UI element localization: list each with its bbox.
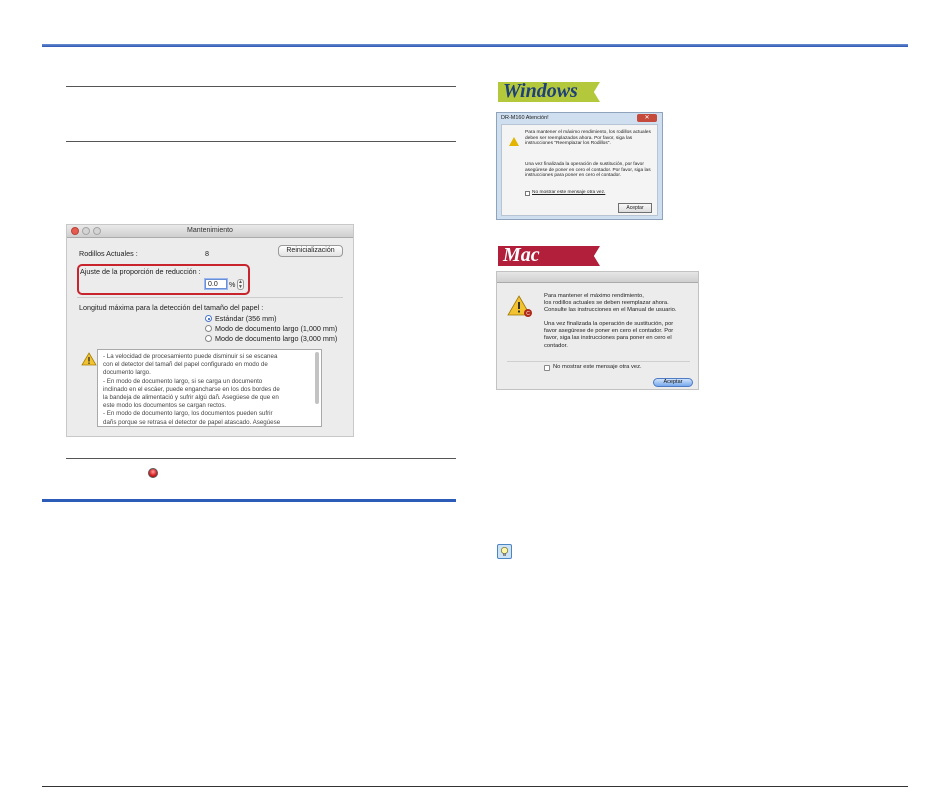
current-rollers-value: 8 bbox=[205, 249, 209, 258]
radio-label: Modo de documento largo (1,000 mm) bbox=[215, 324, 338, 333]
reduction-input[interactable]: 0.0 bbox=[205, 279, 227, 289]
close-icon[interactable]: ✕ bbox=[637, 114, 657, 122]
radio-selected-icon[interactable] bbox=[205, 315, 212, 322]
radio-label: Modo de documento largo (3,000 mm) bbox=[215, 334, 338, 343]
mac-badge-label: Mac bbox=[503, 244, 540, 266]
warning-text: - La velocidad de procesamiento puede di… bbox=[103, 353, 281, 426]
footer-rule bbox=[42, 786, 908, 787]
current-rollers-label: Rodillos Actuales : bbox=[79, 249, 138, 258]
dont-show-label: No mostrar este mensaje otra vez. bbox=[532, 190, 606, 195]
dont-show-checkbox[interactable] bbox=[525, 191, 530, 196]
radio-label: Estándar (356 mm) bbox=[215, 314, 277, 323]
mac-alert-dialog: C Para mantener el máximo rendimiento, l… bbox=[496, 271, 699, 390]
warning-icon bbox=[509, 137, 519, 146]
dialog-title-bar: Mantenimiento bbox=[67, 225, 353, 238]
reduction-unit: % bbox=[229, 280, 236, 289]
windows-message-2: Una vez finalizada la operación de susti… bbox=[525, 162, 651, 179]
dont-show-checkbox[interactable] bbox=[544, 365, 550, 371]
section-divider bbox=[66, 458, 456, 459]
warning-icon bbox=[81, 352, 97, 368]
accept-button[interactable]: Aceptar bbox=[653, 378, 693, 387]
mac-alert-title-bar bbox=[497, 272, 698, 283]
section-divider bbox=[66, 141, 456, 142]
header-rule bbox=[42, 44, 908, 47]
warning-icon: C bbox=[507, 294, 533, 323]
reduction-label: Ajuste de la proporción de reducción : bbox=[80, 267, 201, 276]
warning-text-box[interactable]: - La velocidad de procesamiento puede di… bbox=[97, 349, 322, 427]
reduction-stepper[interactable]: ▲ ▼ bbox=[237, 279, 244, 290]
radio-icon[interactable] bbox=[205, 335, 212, 342]
accept-button[interactable]: Aceptar bbox=[618, 203, 652, 213]
lightbulb-hint-icon bbox=[497, 544, 512, 559]
reset-button[interactable]: Reinicialización bbox=[278, 245, 343, 257]
section-divider bbox=[66, 86, 456, 87]
svg-text:C: C bbox=[526, 311, 530, 317]
dont-show-label: No mostrar este mensaje otra vez. bbox=[553, 364, 642, 370]
section-end-rule bbox=[42, 499, 456, 502]
mac-message-2: Una vez finalizada la operación de susti… bbox=[544, 321, 674, 349]
mac-alert-separator bbox=[507, 361, 690, 362]
windows-badge-label: Windows bbox=[503, 80, 578, 102]
windows-message-1: Para mantener el máximo rendimiento, los… bbox=[525, 130, 651, 147]
status-lamp-icon bbox=[148, 468, 158, 478]
windows-alert-dialog: DR-M160 Atención! ✕ Para mantener el máx… bbox=[496, 112, 663, 220]
radio-icon[interactable] bbox=[205, 325, 212, 332]
dialog-separator bbox=[77, 297, 343, 298]
scrollbar[interactable] bbox=[315, 352, 319, 404]
mac-message-1: Para mantener el máximo rendimiento, los… bbox=[544, 293, 677, 314]
max-length-label: Longitud máxima para la detección del ta… bbox=[79, 303, 264, 312]
maintenance-dialog: Mantenimiento Rodillos Actuales : 8 Rein… bbox=[66, 224, 354, 437]
dialog-title: Mantenimiento bbox=[187, 227, 233, 234]
windows-dialog-title: DR-M160 Atención! bbox=[501, 115, 549, 121]
